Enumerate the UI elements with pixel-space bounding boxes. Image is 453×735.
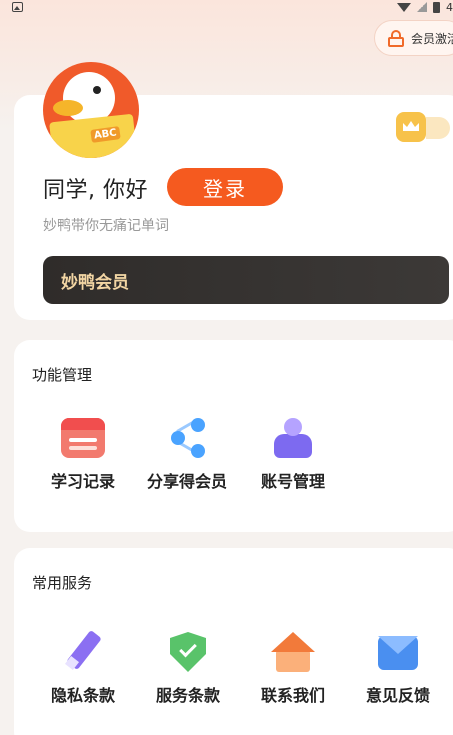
vip-activate-label: 会员激活: [411, 31, 453, 46]
gallery-notification-icon: [12, 2, 23, 12]
vip-membership-banner[interactable]: 妙鸭会员: [43, 256, 449, 304]
vip-activate-button[interactable]: 会员激活: [374, 20, 453, 56]
vip-level-tag: [426, 117, 450, 139]
tile-account-management[interactable]: 账号管理: [243, 418, 343, 492]
lock-icon: [387, 30, 405, 47]
tile-contact-us[interactable]: 联系我们: [243, 632, 343, 706]
tile-label: 账号管理: [260, 472, 325, 491]
house-icon: [271, 632, 315, 672]
profile-subtitle: 妙鸭带你无痛记单词: [43, 218, 169, 234]
shield-check-icon: [166, 632, 210, 672]
mail-icon: [376, 632, 420, 672]
function-section-title: 功能管理: [32, 366, 93, 384]
greeting-text: 同学, 你好: [43, 178, 148, 203]
tile-label: 意见反馈: [365, 686, 430, 705]
tile-label: 隐私条款: [50, 686, 115, 705]
crown-icon[interactable]: [396, 112, 426, 142]
tile-feedback[interactable]: 意见反馈: [348, 632, 448, 706]
tile-study-record[interactable]: 学习记录: [33, 418, 133, 492]
avatar[interactable]: ABC: [43, 62, 139, 158]
battery-icon: [433, 1, 440, 13]
function-management-card: 功能管理 学习记录 分享得会员 账号管理: [14, 340, 453, 532]
login-button[interactable]: 登录: [167, 168, 283, 206]
status-time: 4: [446, 0, 453, 14]
pen-icon: [61, 629, 105, 672]
services-section-title: 常用服务: [32, 574, 93, 592]
status-bar: 4: [0, 0, 453, 16]
tile-label: 分享得会员: [146, 472, 227, 491]
tile-share-vip[interactable]: 分享得会员: [137, 418, 237, 492]
wifi-icon: [397, 2, 411, 12]
duck-beak: [53, 100, 83, 116]
tile-label: 学习记录: [50, 472, 115, 491]
tile-privacy-policy[interactable]: 隐私条款: [33, 629, 133, 706]
tile-service-terms[interactable]: 服务条款: [138, 632, 238, 706]
vip-banner-label: 妙鸭会员: [61, 272, 129, 293]
tile-label: 联系我们: [260, 686, 325, 705]
duck-eye: [93, 86, 101, 94]
calendar-icon: [61, 418, 105, 458]
common-services-card: 常用服务 隐私条款 服务条款 联系我们 意见反馈: [14, 548, 453, 735]
account-icon: [271, 418, 315, 458]
share-icon: [165, 418, 209, 458]
tile-label: 服务条款: [155, 686, 220, 705]
signal-icon: [417, 2, 427, 12]
